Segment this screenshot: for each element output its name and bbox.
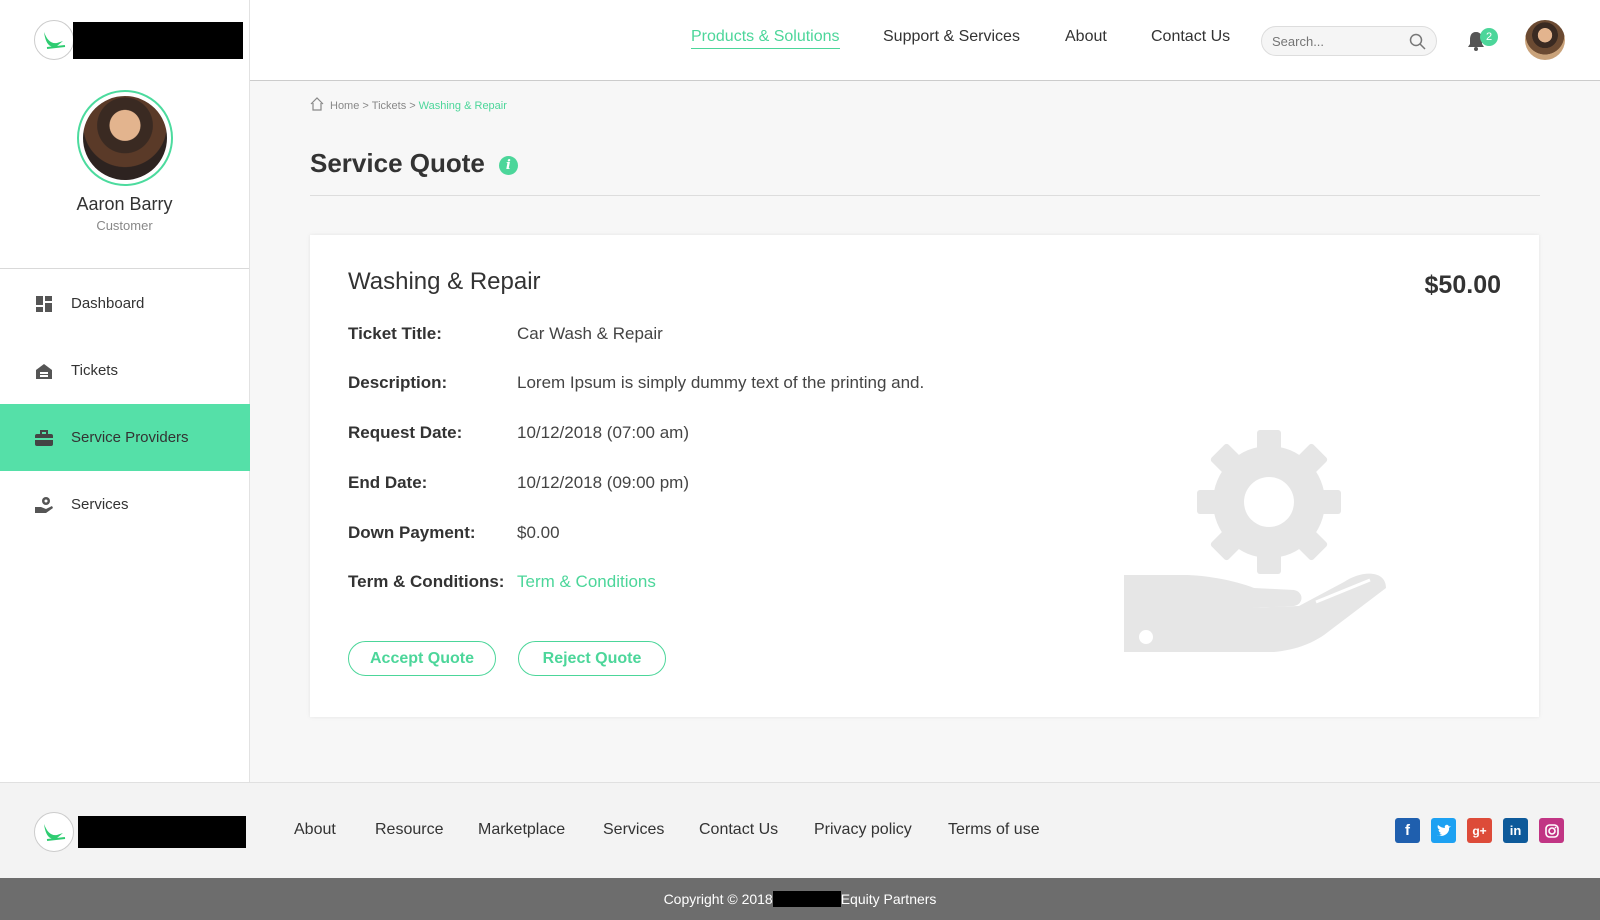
linkedin-icon[interactable]: in xyxy=(1503,818,1528,843)
top-header: Products & Solutions Support & Services … xyxy=(250,0,1600,81)
facebook-icon[interactable]: f xyxy=(1395,818,1420,843)
service-hand-gear-icon xyxy=(1124,430,1394,665)
copyright-bar: Copyright © 2018 Equity Partners xyxy=(0,878,1600,920)
footer-brand[interactable] xyxy=(34,812,246,852)
field-terms: Term & Conditions: Term & Conditions xyxy=(348,572,656,592)
footer: About Resource Marketplace Services Cont… xyxy=(0,782,1600,878)
twitter-icon[interactable] xyxy=(1431,818,1456,843)
sidebar-item-label: Service Providers xyxy=(71,429,189,446)
breadcrumb-separator: > xyxy=(409,99,416,112)
field-value: $0.00 xyxy=(517,523,560,542)
field-value: Lorem Ipsum is simply dummy text of the … xyxy=(517,373,925,392)
instagram-icon[interactable] xyxy=(1539,818,1564,843)
briefcase-icon xyxy=(34,428,54,448)
breadcrumb-current: Washing & Repair xyxy=(418,99,507,112)
notification-badge: 2 xyxy=(1480,28,1498,46)
sidebar-nav: Dashboard Tickets Service Providers Serv… xyxy=(0,270,250,538)
sidebar-item-label: Tickets xyxy=(71,362,118,379)
avatar[interactable] xyxy=(82,96,167,180)
nav-about[interactable]: About xyxy=(1065,28,1107,46)
logo-icon xyxy=(34,20,74,60)
nav-products-solutions[interactable]: Products & Solutions xyxy=(691,28,840,49)
footer-link-about[interactable]: About xyxy=(294,821,336,839)
brand[interactable] xyxy=(34,20,243,60)
breadcrumb: Home > Tickets > Washing & Repair xyxy=(310,97,507,114)
sidebar-item-tickets[interactable]: Tickets xyxy=(0,337,250,404)
field-label: End Date: xyxy=(348,473,428,492)
brand-name-redacted xyxy=(78,816,246,848)
brand-name-redacted xyxy=(73,21,243,59)
nav-support-services[interactable]: Support & Services xyxy=(883,28,1020,46)
field-label: Down Payment: xyxy=(348,523,476,542)
sidebar-item-service-providers[interactable]: Service Providers xyxy=(0,404,250,471)
nav-contact-us[interactable]: Contact Us xyxy=(1151,28,1230,46)
sidebar-item-label: Dashboard xyxy=(71,295,145,312)
footer-link-privacy-policy[interactable]: Privacy policy xyxy=(814,821,912,839)
search-icon[interactable] xyxy=(1409,33,1426,55)
quote-card: Washing & Repair $50.00 Ticket Title: Ca… xyxy=(310,235,1539,717)
info-icon[interactable]: i xyxy=(498,156,518,175)
field-label: Ticket Title: xyxy=(348,324,442,343)
page-title-text: Service Quote xyxy=(310,148,485,178)
field-value: 10/12/2018 (07:00 am) xyxy=(517,423,690,442)
profile-role: Customer xyxy=(96,218,153,233)
breadcrumb-separator: > xyxy=(362,99,369,112)
sidebar: Aaron Barry Customer Dashboard Tickets S… xyxy=(0,0,250,782)
google-plus-icon[interactable]: g+ xyxy=(1467,818,1492,843)
field-request-date: Request Date: 10/12/2018 (07:00 am) xyxy=(348,423,689,443)
breadcrumb-tickets[interactable]: Tickets xyxy=(372,100,406,112)
copyright-suffix: Equity Partners xyxy=(840,891,937,907)
field-value: Car Wash & Repair xyxy=(517,324,663,343)
breadcrumb-home[interactable]: Home xyxy=(330,100,359,112)
field-value: 10/12/2018 (09:00 pm) xyxy=(517,473,690,492)
home-icon xyxy=(310,97,324,114)
field-down-payment: Down Payment: $0.00 xyxy=(348,523,560,543)
avatar[interactable] xyxy=(1525,20,1565,60)
field-description: Description: Lorem Ipsum is simply dummy… xyxy=(348,373,924,393)
services-icon xyxy=(34,495,54,515)
footer-link-contact-us[interactable]: Contact Us xyxy=(699,821,778,839)
quote-title: Washing & Repair xyxy=(348,268,541,295)
logo-icon xyxy=(34,812,74,852)
profile-name: Aaron Barry xyxy=(76,194,173,214)
field-label: Description: xyxy=(348,373,448,392)
user-profile: Aaron Barry Customer xyxy=(0,90,249,233)
field-ticket-title: Ticket Title: Car Wash & Repair xyxy=(348,324,663,344)
page-title: Service Quote i xyxy=(310,148,518,179)
quote-price: $50.00 xyxy=(1424,271,1501,299)
sidebar-item-services[interactable]: Services xyxy=(0,471,250,538)
sidebar-item-label: Services xyxy=(71,496,129,513)
terms-link[interactable]: Term & Conditions xyxy=(517,572,656,592)
field-end-date: End Date: 10/12/2018 (09:00 pm) xyxy=(348,473,689,493)
reject-quote-button[interactable]: Reject Quote xyxy=(518,641,666,676)
title-divider xyxy=(310,195,1540,196)
search-box xyxy=(1261,26,1437,56)
footer-link-resource[interactable]: Resource xyxy=(375,821,443,839)
dashboard-icon xyxy=(34,294,54,314)
sidebar-item-dashboard[interactable]: Dashboard xyxy=(0,270,250,337)
footer-link-services[interactable]: Services xyxy=(603,821,664,839)
search-input[interactable] xyxy=(1272,33,1402,49)
field-label: Term & Conditions: xyxy=(348,572,505,591)
footer-link-marketplace[interactable]: Marketplace xyxy=(478,821,565,839)
accept-quote-button[interactable]: Accept Quote xyxy=(348,641,496,676)
company-name-redacted xyxy=(772,891,841,907)
tickets-icon xyxy=(34,361,54,381)
field-label: Request Date: xyxy=(348,423,463,442)
footer-link-terms-of-use[interactable]: Terms of use xyxy=(948,821,1040,839)
copyright-prefix: Copyright © 2018 xyxy=(663,891,773,907)
sidebar-divider xyxy=(0,268,249,269)
